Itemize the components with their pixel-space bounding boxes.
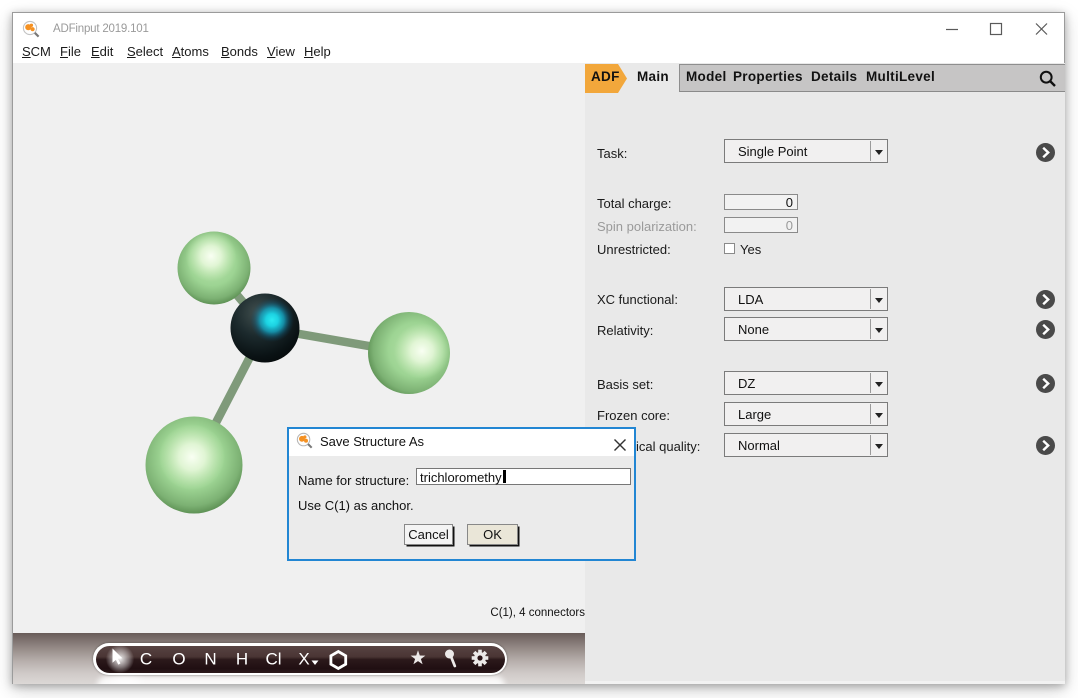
svg-text:X: X [298,650,309,669]
svg-text:N: N [204,650,216,669]
svg-text:O: O [172,650,185,669]
svg-text:C: C [140,650,152,669]
svg-text:Cl: Cl [265,650,281,669]
svg-text:H: H [236,650,248,669]
